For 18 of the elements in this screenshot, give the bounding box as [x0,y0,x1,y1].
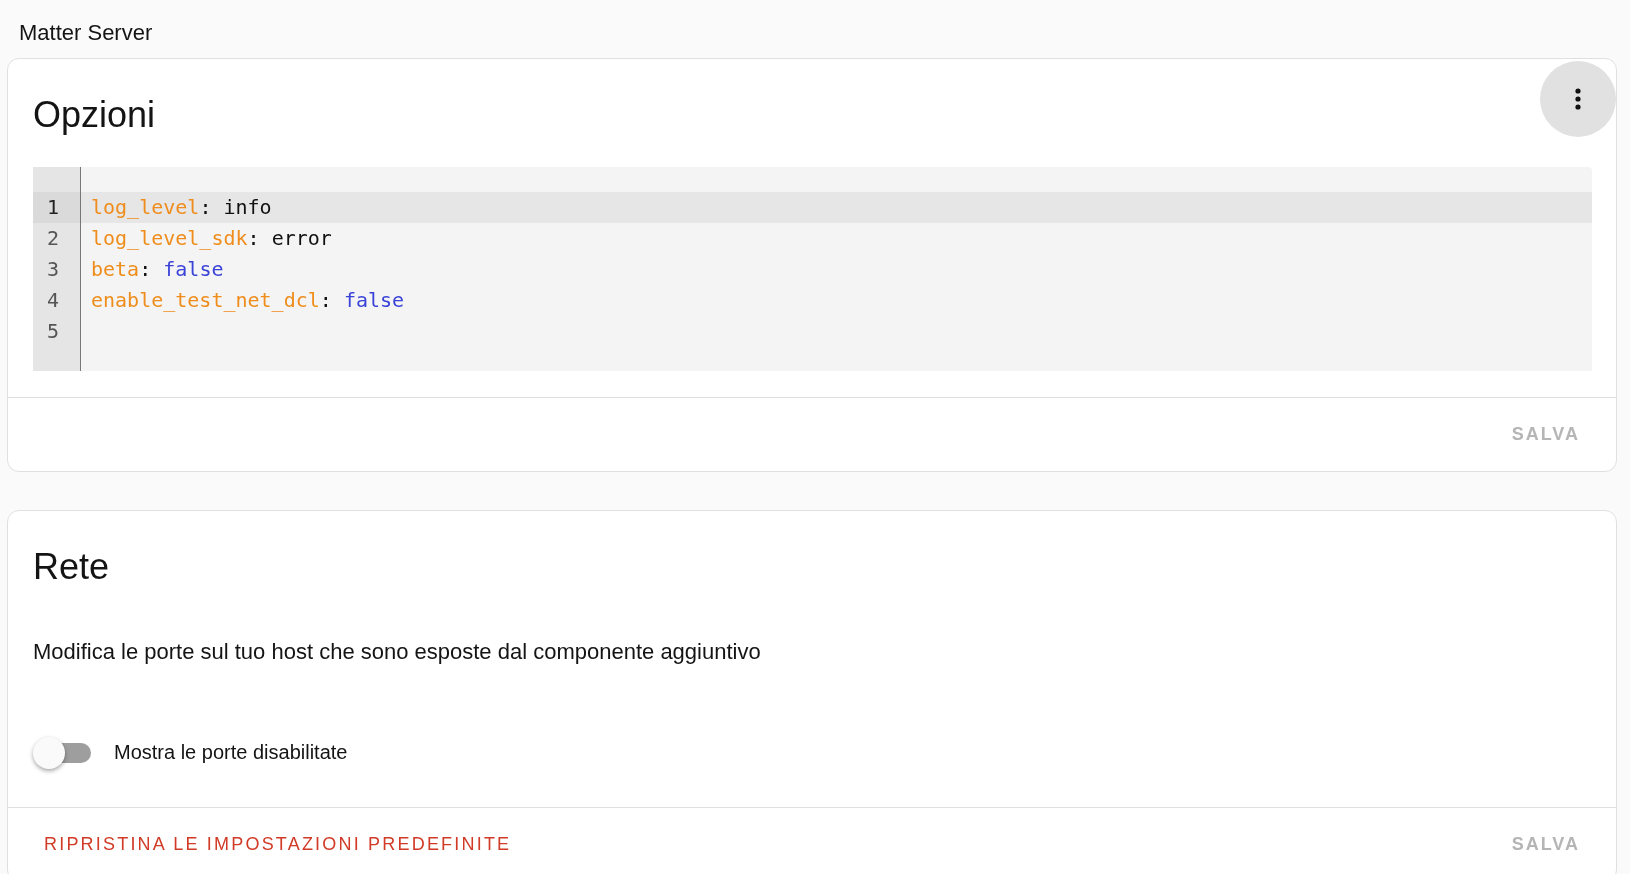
line-number: 4 [47,288,60,312]
line-number: 2 [47,226,60,250]
kebab-menu-icon [1574,87,1582,111]
code-line: beta: false [91,257,224,281]
line-number: 3 [47,257,60,281]
code-line: log_level_sdk: error [91,226,332,250]
toggle-switch[interactable] [33,736,91,768]
line-number: 1 [47,195,60,219]
description-text: Modifica le porte sul tuo host che sono esposte dal componente aggiuntivo [32,638,762,666]
code-line: log_level: info [91,195,272,219]
code-editor[interactable]: 1 2 3 4 5 log_level: info log_level_sdk: error beta: false enable_test_net_dcl: false [33,167,1592,371]
reset-defaults-button[interactable]: RIPRISTINA LE IMPOSTAZIONI PREDEFINITE [32,826,524,863]
card-title: Rete [33,547,111,587]
card-title: Opzioni [33,95,156,135]
toggle-label: Mostra le porte disabilitate [114,740,348,764]
page-title: Matter Server [18,19,154,47]
line-number: 5 [47,319,60,343]
code-line: enable_test_net_dcl: false [91,288,405,312]
